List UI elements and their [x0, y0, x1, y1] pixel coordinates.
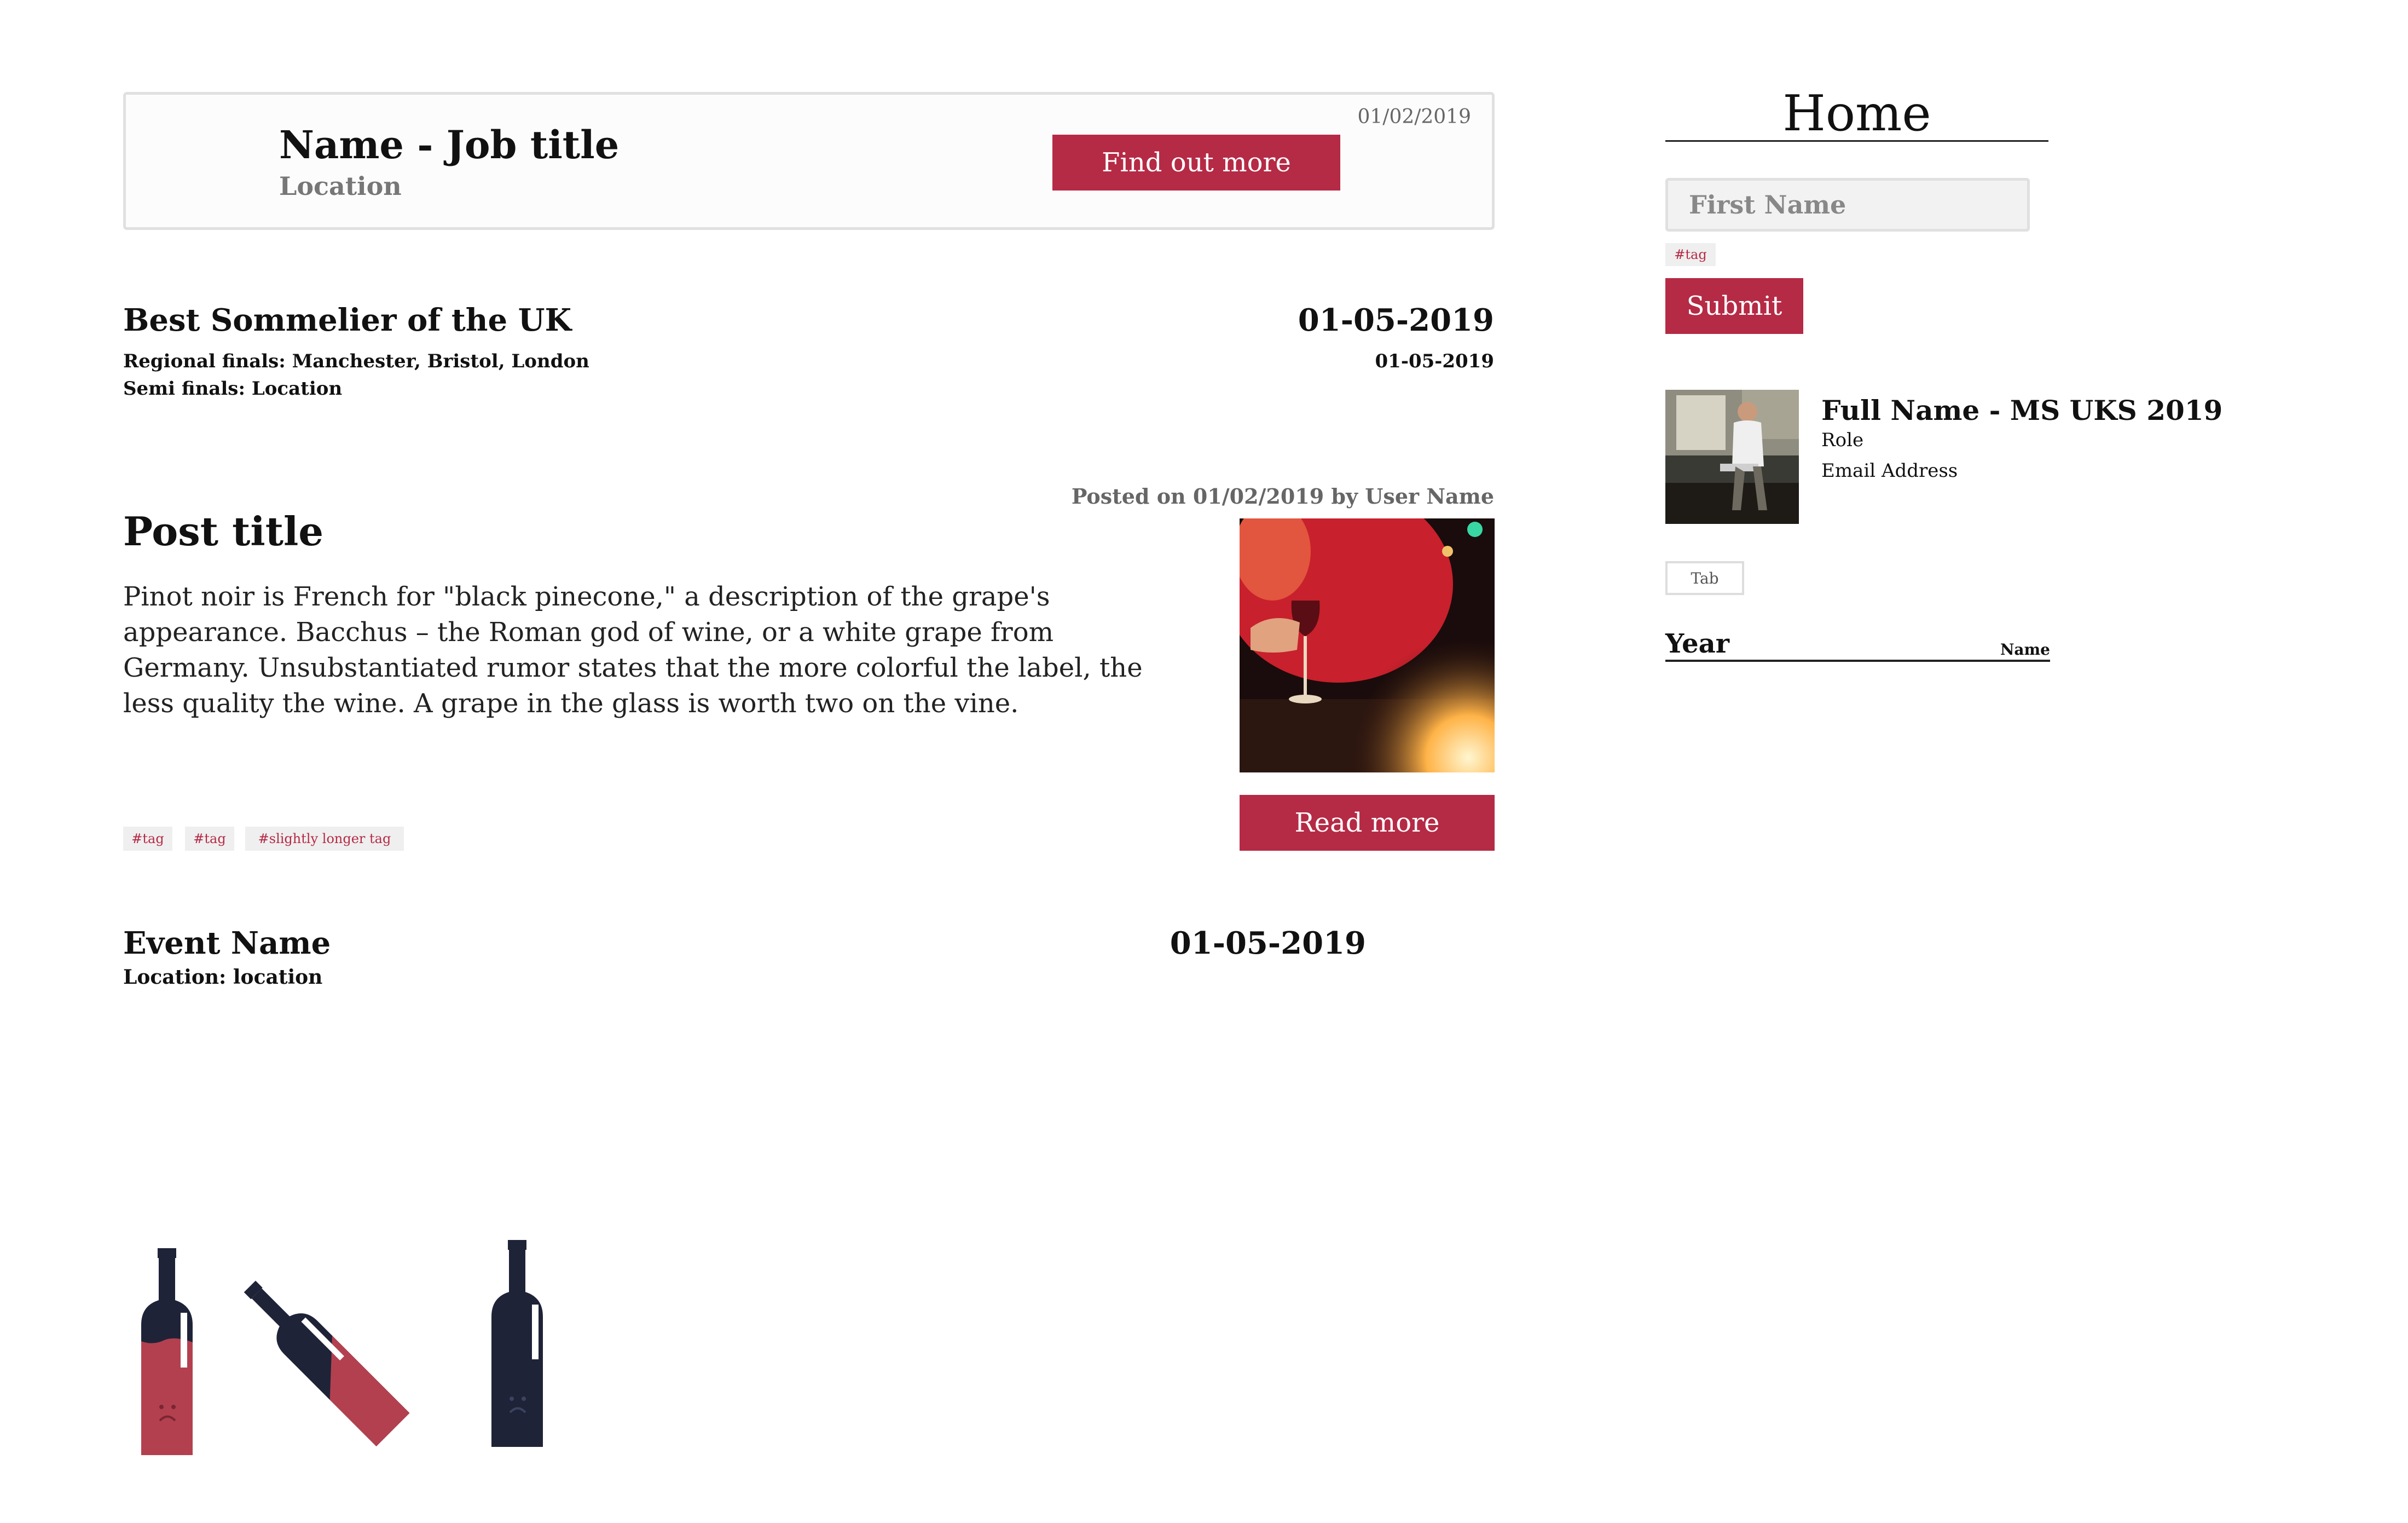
event-location: Location: location	[123, 966, 323, 989]
name-label: Name	[2000, 641, 2050, 659]
sad-bottle-empty-icon	[487, 1240, 547, 1450]
job-date: 01/02/2019	[1357, 106, 1472, 128]
competition-date: 01-05-2019	[1298, 302, 1494, 338]
tilted-bottle-icon	[230, 1267, 416, 1456]
profile-avatar	[1665, 390, 1799, 524]
profile-email: Email Address	[1821, 460, 1958, 482]
read-more-button[interactable]: Read more	[1240, 795, 1495, 851]
home-underline	[1665, 140, 2048, 142]
year-underline	[1665, 660, 2050, 662]
job-title: Name - Job title	[279, 122, 620, 168]
competition-title: Best Sommelier of the UK	[123, 302, 572, 338]
home-title: Home	[1782, 85, 1931, 142]
year-label: Year	[1665, 628, 1730, 659]
post-tag[interactable]: #tag	[123, 827, 172, 851]
find-out-more-button[interactable]: Find out more	[1052, 135, 1340, 191]
profile-role: Role	[1821, 429, 1864, 451]
competition-semi-finals: Semi finals: Location	[123, 378, 343, 400]
submit-button[interactable]: Submit	[1665, 278, 1803, 334]
profile-name: Full Name - MS UKS 2019	[1821, 394, 2223, 426]
competition-regional-finals: Regional finals: Manchester, Bristol, Lo…	[123, 350, 589, 372]
tab-button[interactable]: Tab	[1665, 561, 1744, 595]
event-name: Event Name	[123, 925, 331, 961]
sidebar-tag[interactable]: #tag	[1665, 243, 1716, 266]
post-tag[interactable]: #tag	[185, 827, 234, 851]
first-name-field[interactable]: First Name	[1665, 178, 2030, 232]
post-title: Post title	[123, 508, 324, 555]
competition-date-small: 01-05-2019	[1375, 350, 1494, 372]
post-body: Pinot noir is French for "black pinecone…	[123, 581, 1143, 719]
job-card: 01/02/2019 Name - Job title Location Fin…	[123, 92, 1495, 230]
post-image	[1240, 518, 1495, 772]
post-tag[interactable]: #slightly longer tag	[245, 827, 404, 851]
post-meta: Posted on 01/02/2019 by User Name	[1071, 484, 1494, 509]
sad-bottle-half-full-icon	[137, 1248, 197, 1458]
job-location: Location	[279, 171, 402, 201]
event-date: 01-05-2019	[1170, 925, 1366, 961]
